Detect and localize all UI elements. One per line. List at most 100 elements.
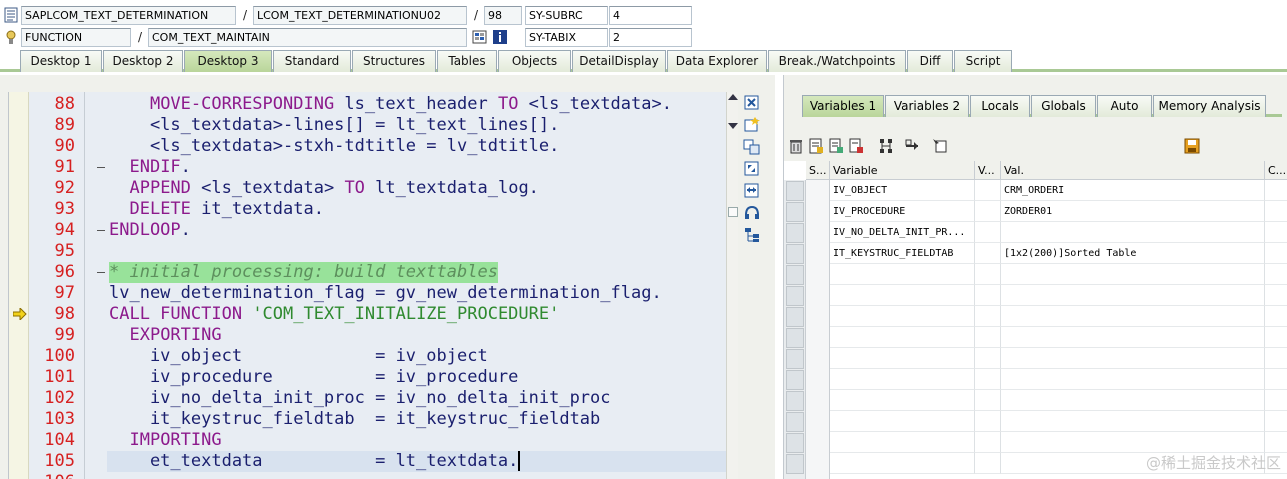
grid-icon[interactable] [472, 29, 488, 45]
column-header-status[interactable]: S... [806, 161, 830, 180]
v-cell[interactable] [975, 285, 1001, 306]
c-cell[interactable] [1265, 369, 1287, 390]
v-cell[interactable] [975, 327, 1001, 348]
new-tool-icon[interactable] [743, 117, 761, 133]
save-icon[interactable] [1184, 138, 1200, 154]
tab-desktop-1[interactable]: Desktop 1 [20, 50, 102, 72]
v-cell[interactable] [975, 432, 1001, 453]
code-line[interactable]: 105 et_textdata = lt_textdata. [9, 451, 726, 472]
row-selector[interactable] [786, 391, 804, 411]
value-cell[interactable] [1001, 411, 1265, 432]
row-selector[interactable] [786, 244, 804, 264]
variable-cell[interactable] [830, 285, 975, 306]
variable-cell[interactable] [830, 306, 975, 327]
tab-tables[interactable]: Tables [437, 50, 497, 72]
event-type-field[interactable]: FUNCTION [21, 28, 131, 47]
variable-cell[interactable] [830, 348, 975, 369]
tab-data-explorer[interactable]: Data Explorer [667, 50, 767, 72]
variable-cell[interactable] [830, 411, 975, 432]
value-cell[interactable] [1001, 432, 1265, 453]
value-cell[interactable] [1001, 390, 1265, 411]
code-line[interactable]: 95 [9, 241, 726, 262]
row-selector[interactable] [786, 370, 804, 390]
event-name-field[interactable]: COM_TEXT_MAINTAIN [148, 28, 467, 47]
v-cell[interactable] [975, 201, 1001, 222]
sysvar-name-field[interactable]: SY-SUBRC [525, 6, 608, 25]
tab-detaildisplay[interactable]: DetailDisplay [572, 50, 666, 72]
tab-locals[interactable]: Locals [970, 95, 1030, 117]
variable-cell[interactable] [830, 432, 975, 453]
sysvar-name-field[interactable]: SY-TABIX [525, 28, 608, 47]
tab-standard[interactable]: Standard [273, 50, 351, 72]
sysvar-value-field[interactable]: 2 [609, 28, 692, 47]
tab-variables-2[interactable]: Variables 2 [885, 95, 969, 117]
variable-cell[interactable]: IV_PROCEDURE [830, 201, 975, 222]
edit-doc-icon[interactable] [848, 138, 864, 154]
variable-cell[interactable] [830, 264, 975, 285]
code-line[interactable]: 102 iv_no_delta_init_proc = iv_no_delta_… [9, 388, 726, 409]
code-line[interactable]: 101 iv_procedure = iv_procedure [9, 367, 726, 388]
tab-breakpoints[interactable]: Break./Watchpoints [768, 50, 906, 72]
v-cell[interactable] [975, 453, 1001, 474]
tab-script[interactable]: Script [954, 50, 1012, 72]
tab-structures[interactable]: Structures [352, 50, 436, 72]
c-cell[interactable] [1265, 411, 1287, 432]
c-cell[interactable] [1265, 390, 1287, 411]
value-cell[interactable] [1001, 306, 1265, 327]
include-field[interactable]: LCOM_TEXT_DETERMINATIONU02 [253, 6, 467, 25]
variable-cell[interactable] [830, 369, 975, 390]
v-cell[interactable] [975, 180, 1001, 201]
variable-cell[interactable] [830, 390, 975, 411]
v-cell[interactable] [975, 369, 1001, 390]
row-selector[interactable] [786, 202, 804, 222]
scroll-down-arrow-icon[interactable] [728, 123, 738, 129]
value-cell[interactable] [1001, 348, 1265, 369]
c-cell[interactable] [1265, 222, 1287, 243]
tab-desktop-3[interactable]: Desktop 3 [184, 50, 272, 72]
info-icon[interactable] [492, 29, 508, 45]
code-line[interactable]: 99 EXPORTING [9, 325, 726, 346]
v-cell[interactable] [975, 306, 1001, 327]
row-selector[interactable] [786, 412, 804, 432]
code-line[interactable]: 92 APPEND <ls_textdata> TO lt_textdata_l… [9, 178, 726, 199]
c-cell[interactable] [1265, 201, 1287, 222]
headset-icon[interactable] [743, 205, 761, 221]
value-cell[interactable] [1001, 222, 1265, 243]
navigate-icon[interactable] [904, 138, 920, 154]
column-header-v[interactable]: V... [975, 161, 1001, 180]
variable-cell[interactable]: IV_NO_DELTA_INIT_PR... [830, 222, 975, 243]
copy-doc-icon[interactable] [828, 138, 844, 154]
row-selector[interactable] [786, 454, 804, 474]
value-cell[interactable]: ZORDER01 [1001, 201, 1265, 222]
tab-memory-analysis[interactable]: Memory Analysis [1153, 95, 1266, 117]
v-cell[interactable] [975, 411, 1001, 432]
code-line[interactable]: 106 [9, 472, 726, 479]
variable-cell[interactable] [830, 453, 975, 474]
column-header-c[interactable]: C... [1265, 161, 1287, 180]
row-selector[interactable] [786, 307, 804, 327]
tab-objects[interactable]: Objects [498, 50, 571, 72]
c-cell[interactable] [1265, 306, 1287, 327]
c-cell[interactable] [1265, 285, 1287, 306]
column-header-variable[interactable]: Variable [830, 161, 975, 180]
column-header-value[interactable]: Val. [1001, 161, 1265, 180]
row-selector[interactable] [786, 433, 804, 453]
v-cell[interactable] [975, 222, 1001, 243]
code-line[interactable]: 103 it_keystruc_fieldtab = it_keystruc_f… [9, 409, 726, 430]
detail-icon[interactable] [932, 138, 948, 154]
code-line[interactable]: 98 CALL FUNCTION 'COM_TEXT_INITALIZE_PRO… [9, 304, 726, 325]
c-cell[interactable] [1265, 348, 1287, 369]
source-editor[interactable]: 88 MOVE-CORRESPONDING ls_text_header TO … [8, 92, 726, 479]
value-cell[interactable] [1001, 285, 1265, 306]
sysvar-value-field[interactable]: 4 [609, 6, 692, 25]
resize-icon[interactable] [743, 183, 761, 199]
code-line[interactable]: 88 MOVE-CORRESPONDING ls_text_header TO … [9, 94, 726, 115]
row-selector[interactable] [786, 286, 804, 306]
tab-variables-1[interactable]: Variables 1 [802, 95, 884, 117]
row-selector[interactable] [786, 265, 804, 285]
tab-diff[interactable]: Diff [907, 50, 953, 72]
c-cell[interactable] [1265, 243, 1287, 264]
c-cell[interactable] [1265, 264, 1287, 285]
delete-icon[interactable] [788, 138, 804, 154]
swap-tool-icon[interactable] [743, 139, 761, 155]
